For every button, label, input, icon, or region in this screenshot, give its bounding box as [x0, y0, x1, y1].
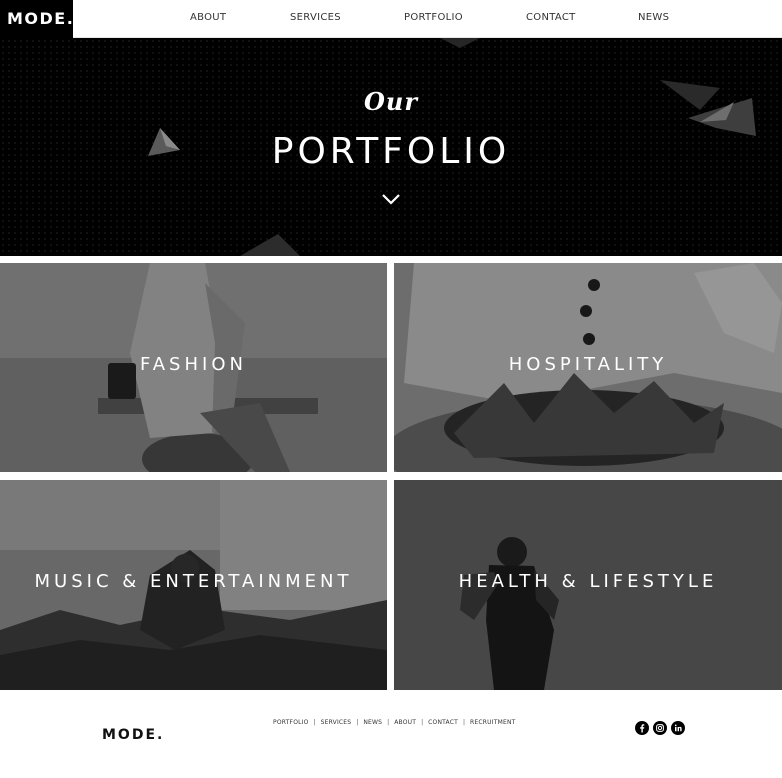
footer-separator: | [463, 719, 466, 726]
tile-label-music-entertainment: MUSIC & ENTERTAINMENT [34, 571, 353, 592]
nav-item-about[interactable]: ABOUT [190, 12, 226, 24]
page-title: PORTFOLIO [271, 131, 511, 172]
tile-label-health-lifestyle: HEALTH & LIFESTYLE [458, 571, 718, 592]
footer-separator: | [421, 719, 424, 726]
footer-separator: | [387, 719, 390, 726]
footer-link-portfolio[interactable]: PORTFOLIO [273, 719, 309, 727]
chevron-down-icon[interactable] [381, 193, 401, 205]
footer-link-news[interactable]: NEWS [363, 719, 382, 727]
portfolio-tile-music-entertainment[interactable]: MUSIC & ENTERTAINMENT [0, 480, 387, 690]
site-header: MODE. ABOUT SERVICES PORTFOLIO CONTACT N… [0, 0, 782, 38]
main-nav: ABOUT SERVICES PORTFOLIO CONTACT NEWS [0, 0, 782, 38]
footer-logo[interactable]: MODE. [102, 727, 164, 743]
instagram-icon[interactable] [653, 721, 667, 735]
decorative-shard-top [440, 38, 480, 48]
facebook-icon[interactable] [635, 721, 649, 735]
nav-item-services[interactable]: SERVICES [290, 12, 341, 24]
tile-label-hospitality: HOSPITALITY [508, 354, 668, 375]
nav-item-news[interactable]: NEWS [638, 12, 669, 24]
linkedin-icon[interactable] [671, 721, 685, 735]
tile-label-fashion: FASHION [140, 354, 247, 375]
footer-link-contact[interactable]: CONTACT [428, 719, 458, 727]
nav-item-portfolio[interactable]: PORTFOLIO [404, 12, 463, 24]
footer-separator: | [356, 719, 359, 726]
nav-item-contact[interactable]: CONTACT [526, 12, 576, 24]
hero-eyebrow: Our [364, 87, 418, 116]
footer-nav: PORTFOLIO | SERVICES | NEWS | ABOUT | CO… [273, 718, 516, 728]
portfolio-tile-hospitality[interactable]: HOSPITALITY [394, 263, 782, 472]
portfolio-tile-health-lifestyle[interactable]: HEALTH & LIFESTYLE [394, 480, 782, 690]
footer-link-services[interactable]: SERVICES [321, 719, 352, 727]
footer-separator: | [313, 719, 316, 726]
portfolio-tile-fashion[interactable]: FASHION [0, 263, 387, 472]
footer-link-recruitment[interactable]: RECRUITMENT [470, 719, 515, 727]
footer-link-about[interactable]: ABOUT [394, 719, 416, 727]
site-footer: MODE. PORTFOLIO | SERVICES | NEWS | ABOU… [0, 690, 782, 778]
decorative-shard-bottom [240, 234, 300, 256]
hero-banner: Our PORTFOLIO [0, 38, 782, 256]
